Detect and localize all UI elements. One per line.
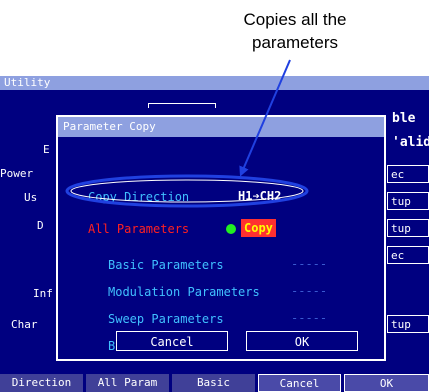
parameter-copy-dialog: Parameter Copy Copy Direction H1➔CH2 All… bbox=[56, 115, 386, 361]
softkey-basic[interactable]: Basic bbox=[172, 374, 255, 392]
all-parameters-label[interactable]: All Parameters bbox=[88, 221, 189, 237]
softkey-direction[interactable]: Direction bbox=[0, 374, 83, 392]
background-box-3: tup bbox=[387, 219, 429, 237]
background-label-power: Power bbox=[0, 167, 34, 180]
background-box-outline bbox=[148, 103, 216, 108]
all-parameters-value[interactable]: Copy bbox=[241, 219, 276, 237]
basic-parameters-value: ----- bbox=[291, 257, 328, 271]
window-title: Utility bbox=[0, 76, 429, 90]
copy-direction-value[interactable]: H1➔CH2 bbox=[238, 189, 281, 203]
background-header-able: ble bbox=[392, 111, 416, 126]
background-box-2: tup bbox=[387, 192, 429, 210]
background-label-d: D bbox=[37, 219, 44, 232]
background-label-inf: Inf bbox=[33, 287, 53, 300]
softkey-ok[interactable]: OK bbox=[344, 374, 429, 392]
callout-line-1: Copies all the bbox=[243, 10, 347, 29]
softkey-bar: Direction All Param Basic Cancel OK bbox=[0, 374, 429, 392]
background-label-e: E bbox=[43, 143, 50, 156]
callout-line-2: parameters bbox=[252, 33, 338, 52]
background-box-1: ec bbox=[387, 165, 429, 183]
dialog-title: Parameter Copy bbox=[58, 117, 384, 137]
dialog-ok-button[interactable]: OK bbox=[246, 331, 358, 351]
softkey-cancel[interactable]: Cancel bbox=[258, 374, 341, 392]
copy-direction-label: Copy Direction bbox=[88, 190, 190, 204]
background-label-us: Us bbox=[24, 191, 38, 204]
sweep-parameters-value: ----- bbox=[291, 311, 328, 325]
background-label-char: Char bbox=[11, 318, 38, 331]
callout-annotation: Copies all the parameters bbox=[210, 8, 380, 54]
green-dot-icon bbox=[226, 224, 236, 234]
modulation-parameters-label[interactable]: Modulation Parameters bbox=[108, 284, 260, 300]
basic-parameters-label[interactable]: Basic Parameters bbox=[108, 257, 224, 273]
background-box-4: ec bbox=[387, 246, 429, 264]
softkey-all-param[interactable]: All Param bbox=[86, 374, 169, 392]
sweep-parameters-label[interactable]: Sweep Parameters bbox=[108, 311, 224, 327]
background-header-valid: 'alid bbox=[392, 135, 429, 150]
modulation-parameters-value: ----- bbox=[291, 284, 328, 298]
dialog-cancel-button[interactable]: Cancel bbox=[116, 331, 228, 351]
background-box-5: tup bbox=[387, 315, 429, 333]
